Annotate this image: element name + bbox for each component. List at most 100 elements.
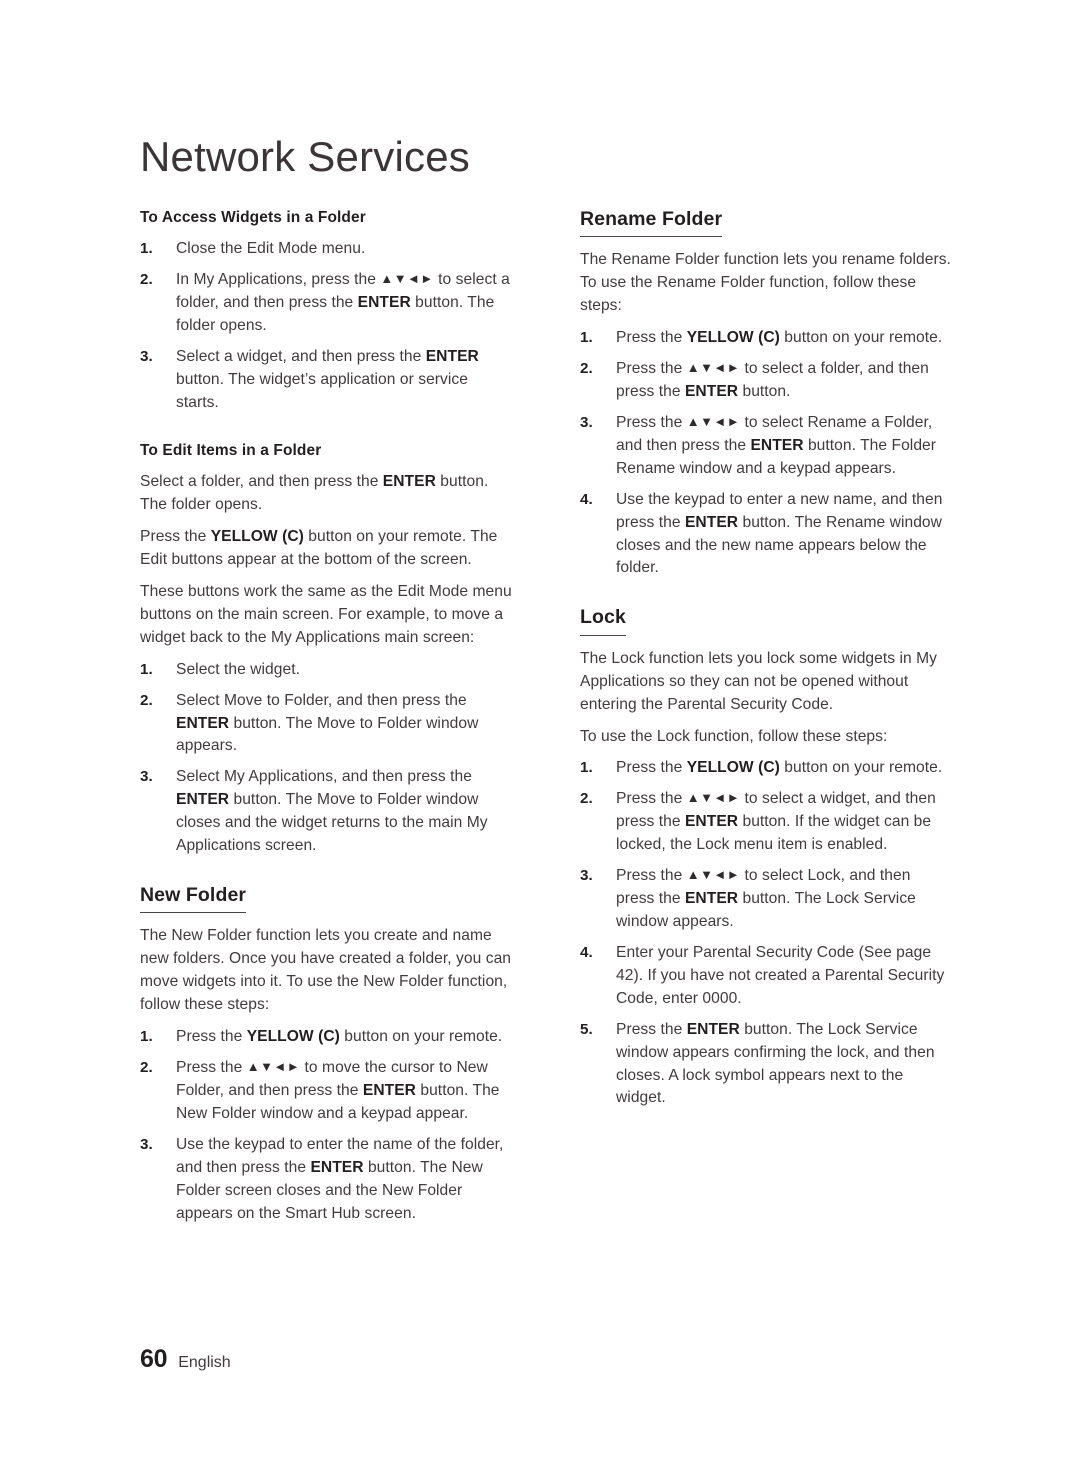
- heading-rename-folder-wrap: Rename Folder: [580, 208, 952, 238]
- direction-arrows-icon: ▲▼◄►: [380, 271, 434, 287]
- direction-arrows-icon: ▲▼◄►: [686, 867, 741, 883]
- body-paragraph: The Rename Folder function lets you rena…: [580, 249, 952, 318]
- body-text: Press the: [616, 790, 687, 808]
- numbered-step: 2. Press the ▲▼◄► to move the cursor to N…: [140, 1057, 512, 1126]
- body-text: To use the Lock function, follow these s…: [580, 727, 888, 745]
- page-number: 60: [140, 1345, 168, 1373]
- body-text: Press the: [140, 528, 211, 546]
- numbered-step: 2. Select Move to Folder, and then press …: [140, 690, 512, 759]
- body-text: Select Move to Folder, and then press th…: [176, 691, 467, 709]
- heading-to-access-widgets: To Access Widgets in a Folder: [140, 209, 366, 226]
- step-number: 4.: [580, 943, 593, 961]
- body-text: Press the: [616, 759, 687, 777]
- heading-lock: Lock: [580, 606, 626, 636]
- paragraphs-new-folder: The New Folder function lets you create …: [140, 925, 512, 1017]
- step-text: Press the ENTER button. The Lock Service…: [616, 1021, 935, 1107]
- step-text: In My Applications, press the ▲▼◄► to se…: [176, 271, 510, 334]
- manual-page: Network Services To Access Widgets in a …: [0, 0, 1080, 1477]
- emphasis-text: ENTER: [684, 513, 739, 531]
- step-number: 3.: [580, 413, 593, 431]
- emphasis-text: ENTER: [684, 383, 739, 400]
- body-text: button. The widget’s application or serv…: [176, 370, 468, 411]
- paragraphs-rename-folder: The Rename Folder function lets you rena…: [580, 249, 952, 318]
- heading-to-edit-items: To Edit Items in a Folder: [140, 441, 322, 459]
- step-number: 2.: [580, 360, 593, 378]
- numbered-step: 3. Use the keypad to enter the name of th…: [140, 1134, 512, 1226]
- numbered-step: 2. Press the ▲▼◄► to select a widget, and…: [580, 788, 952, 857]
- steps-to-edit-items: 1. Select the widget. 2. Select Move to Fol…: [140, 659, 512, 858]
- step-text: Enter your Parental Security Code (See p…: [616, 944, 944, 1007]
- body-text: button on your remote.: [779, 759, 943, 777]
- body-text: The Rename Folder function lets you rena…: [580, 251, 951, 315]
- step-number: 2.: [580, 790, 593, 808]
- body-text: These buttons work the same as the Edit …: [140, 582, 512, 646]
- direction-arrows-icon: ▲▼◄►: [686, 790, 741, 806]
- emphasis-text: ENTER: [750, 436, 804, 454]
- step-number: 5.: [580, 1020, 593, 1038]
- step-text: Select the widget.: [176, 660, 300, 678]
- emphasis-text: ENTER: [176, 714, 230, 732]
- numbered-step: 3. Press the ▲▼◄► to select Rename a Fold…: [580, 412, 952, 481]
- body-text: Press the: [616, 867, 687, 885]
- body-text: Press the: [616, 329, 687, 347]
- heading-new-folder-wrap: New Folder: [140, 884, 512, 914]
- steps-rename-folder: 1. Press the YELLOW (C) button on your re…: [580, 327, 952, 580]
- step-number: 1.: [140, 660, 153, 678]
- left-column: To Access Widgets in a Folder 1. Close th…: [140, 208, 512, 1234]
- body-paragraph: The New Folder function lets you create …: [140, 925, 512, 1017]
- body-text: Enter your Parental Security Code (See p…: [616, 943, 945, 1007]
- body-text: Select a folder, and then press the: [140, 473, 383, 491]
- step-text: Press the ▲▼◄► to select a widget, and t…: [616, 790, 936, 853]
- two-column-body: To Access Widgets in a Folder 1. Close th…: [140, 208, 952, 1234]
- body-text: Press the: [176, 1028, 247, 1046]
- step-text: Select My Applications, and then press t…: [176, 768, 488, 854]
- step-number: 4.: [580, 490, 593, 508]
- step-text: Close the Edit Mode menu.: [176, 240, 366, 258]
- body-text: Press the: [176, 1059, 247, 1077]
- body-paragraph: Select a folder, and then press the ENTE…: [140, 471, 512, 517]
- paragraphs-lock: The Lock function lets you lock some wid…: [580, 648, 952, 749]
- body-text: Press the: [616, 1020, 687, 1038]
- step-text: Press the ▲▼◄► to select Rename a Folder…: [616, 414, 936, 477]
- step-text: Select Move to Folder, and then press th…: [176, 692, 478, 755]
- step-number: 2.: [140, 1059, 153, 1077]
- body-text: In My Applications, press the: [176, 271, 381, 289]
- emphasis-text: ENTER: [357, 294, 411, 312]
- body-text: The New Folder function lets you create …: [140, 927, 512, 1014]
- numbered-step: 3. Select a widget, and then press the EN…: [140, 346, 512, 415]
- emphasis-text: YELLOW (C): [686, 759, 780, 777]
- body-text: Select My Applications, and then press t…: [176, 768, 472, 786]
- numbered-step: 4. Use the keypad to enter a new name, an…: [580, 489, 952, 581]
- numbered-step: 1. Close the Edit Mode menu.: [140, 238, 512, 261]
- page-footer: 60 English: [140, 1345, 231, 1374]
- emphasis-text: ENTER: [310, 1158, 364, 1176]
- body-text: button on your remote.: [339, 1028, 503, 1046]
- step-text: Press the ▲▼◄► to move the cursor to New…: [176, 1059, 500, 1122]
- numbered-step: 1. Press the YELLOW (C) button on your re…: [580, 757, 952, 780]
- emphasis-text: ENTER: [686, 1020, 740, 1038]
- numbered-step: 3. Press the ▲▼◄► to select Lock, and the…: [580, 865, 952, 934]
- numbered-step: 2. In My Applications, press the ▲▼◄► to …: [140, 269, 512, 338]
- body-text: Press the: [616, 413, 687, 431]
- heading-lock-wrap: Lock: [580, 606, 952, 636]
- steps-lock: 1. Press the YELLOW (C) button on your re…: [580, 757, 952, 1110]
- body-paragraph: To use the Lock function, follow these s…: [580, 726, 952, 749]
- step-text: Press the ▲▼◄► to select Lock, and then …: [616, 867, 916, 930]
- steps-new-folder: 1. Press the YELLOW (C) button on your re…: [140, 1026, 512, 1225]
- step-text: Press the YELLOW (C) button on your remo…: [176, 1028, 502, 1045]
- direction-arrows-icon: ▲▼◄►: [686, 360, 741, 376]
- step-text: Use the keypad to enter the name of the …: [176, 1136, 503, 1222]
- numbered-step: 1. Press the YELLOW (C) button on your re…: [140, 1026, 512, 1049]
- body-text: button.: [738, 383, 791, 400]
- direction-arrows-icon: ▲▼◄►: [686, 413, 741, 429]
- emphasis-text: YELLOW (C): [246, 1028, 340, 1046]
- step-number: 2.: [140, 691, 153, 709]
- numbered-step: 5. Press the ENTER button. The Lock Servi…: [580, 1019, 952, 1111]
- right-column: Rename Folder The Rename Folder function…: [580, 208, 952, 1234]
- body-text: The Lock function lets you lock some wid…: [580, 649, 937, 713]
- paragraphs-to-edit-items: Select a folder, and then press the ENTE…: [140, 471, 512, 649]
- emphasis-text: YELLOW (C): [210, 528, 304, 546]
